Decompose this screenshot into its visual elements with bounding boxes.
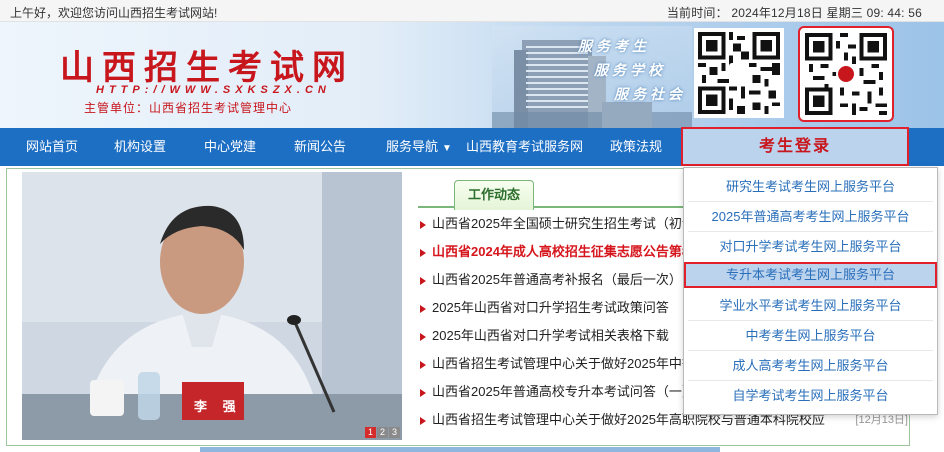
nav-party[interactable]: 中心党建	[204, 128, 256, 166]
menu-item-vocational[interactable]: 对口升学考试考生网上服务平台	[684, 234, 937, 260]
slogan-1: 服务考生	[578, 38, 650, 54]
nav-service-guide-label: 服务导航	[386, 139, 439, 154]
sponsor-text: 主管单位：山西省招生考试管理中心	[84, 101, 293, 115]
news-item-title[interactable]: 2025年山西省对口升学考试相关表格下载	[432, 322, 669, 350]
bullet-icon	[420, 277, 426, 285]
chevron-down-icon: ▼	[442, 143, 452, 154]
site-title[interactable]: 山西招生考试网	[60, 40, 354, 89]
nav-policy[interactable]: 政策法规	[610, 128, 662, 166]
carousel-page-1[interactable]: 1	[365, 427, 376, 438]
news-item-title[interactable]: 山西省2024年成人高校招生征集志愿公告第8	[432, 238, 689, 266]
slogan-2: 服务学校	[594, 62, 666, 78]
qr-logo-icon	[836, 64, 856, 84]
menu-divider	[688, 231, 933, 232]
menu-item-self-study[interactable]: 自学考试考生网上服务平台	[684, 383, 937, 409]
qr-logo-icon	[729, 63, 749, 83]
bullet-icon	[420, 361, 426, 369]
menu-item-adult[interactable]: 成人高考考生网上服务平台	[684, 353, 937, 379]
news-photo-carousel[interactable]: 李 强 1 2 3	[22, 172, 402, 440]
news-item-title[interactable]: 山西省2025年普通高考补报名（最后一次）的	[432, 266, 695, 294]
bullet-icon	[420, 249, 426, 257]
carousel-page-2[interactable]: 2	[377, 427, 388, 438]
bullet-icon	[420, 305, 426, 313]
menu-divider	[688, 320, 933, 321]
menu-item-academic-level[interactable]: 学业水平考试考生网上服务平台	[684, 293, 937, 319]
menu-divider	[688, 380, 933, 381]
top-info-bar: 上午好，欢迎您访问山西招生考试网站! 当前时间： 2024年12月18日 星期三…	[0, 0, 944, 22]
bullet-icon	[420, 389, 426, 397]
menu-item-zhongkao[interactable]: 中考考生网上服务平台	[684, 323, 937, 349]
news-item-title[interactable]: 山西省2025年普通高校专升本考试问答（一）	[432, 378, 695, 406]
nav-edu-exam-service[interactable]: 山西教育考试服务网	[466, 128, 583, 166]
bottom-strip	[200, 447, 720, 452]
menu-divider	[688, 350, 933, 351]
carousel-page-3[interactable]: 3	[389, 427, 400, 438]
news-item-title[interactable]: 2025年山西省对口升学招生考试政策问答	[432, 294, 669, 322]
carousel-pager: 1 2 3	[365, 427, 400, 438]
candidate-login-button[interactable]: 考生登录	[681, 127, 909, 166]
login-dropdown-menu: 研究生考试考生网上服务平台 2025年普通高考考生网上服务平台 对口升学考试考生…	[683, 167, 938, 415]
qr-code-wechat[interactable]	[694, 28, 784, 118]
news-item-title[interactable]: 山西省2025年全国硕士研究生招生考试（初试	[432, 210, 695, 238]
menu-item-postgrad[interactable]: 研究生考试考生网上服务平台	[684, 174, 937, 200]
site-url: HTTP://WWW.SXKSZX.CN	[96, 84, 331, 96]
nav-service-guide[interactable]: 服务导航 ▼	[386, 128, 452, 166]
bullet-icon	[420, 417, 426, 425]
menu-divider	[688, 201, 933, 202]
nav-home[interactable]: 网站首页	[26, 128, 78, 166]
bullet-icon	[420, 221, 426, 229]
tab-work-news[interactable]: 工作动态	[454, 180, 534, 210]
slogan-3: 服务社会	[614, 86, 686, 102]
menu-item-upgrade[interactable]: 专升本考试考生网上服务平台	[684, 262, 937, 288]
nameplate-text: 李 强	[194, 399, 242, 414]
greeting-text: 上午好，欢迎您访问山西招生考试网站!	[10, 6, 218, 20]
news-item-title[interactable]: 山西省招生考试管理中心关于做好2025年中等	[432, 350, 695, 378]
nav-news[interactable]: 新闻公告	[294, 128, 346, 166]
site-header: 山西招生考试网 HTTP://WWW.SXKSZX.CN 主管单位：山西省招生考…	[0, 22, 944, 128]
menu-item-gaokao[interactable]: 2025年普通高考考生网上服务平台	[684, 204, 937, 230]
nav-organization[interactable]: 机构设置	[114, 128, 166, 166]
bullet-icon	[420, 333, 426, 341]
qr-code-app[interactable]	[798, 26, 894, 122]
current-time: 当前时间： 2024年12月18日 星期三 09: 44: 56	[666, 6, 922, 20]
